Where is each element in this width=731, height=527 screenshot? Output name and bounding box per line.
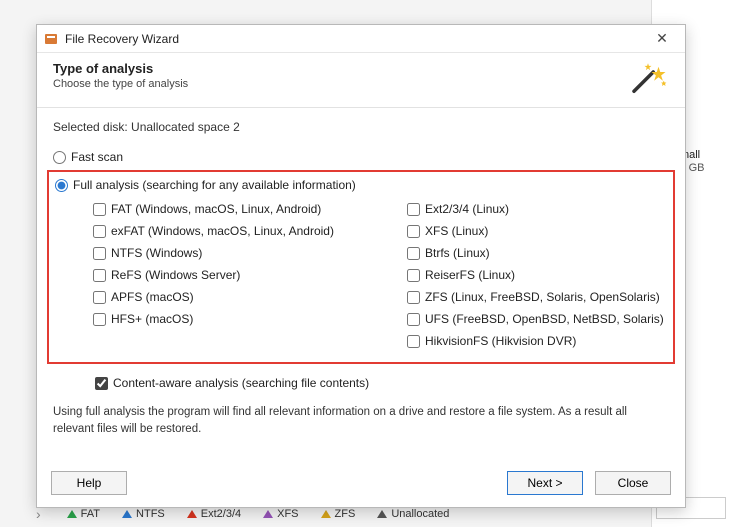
radio-fast-scan-input[interactable] — [53, 151, 66, 164]
triangle-icon — [377, 510, 387, 518]
checkbox-ufs[interactable]: UFS (FreeBSD, OpenBSD, NetBSD, Solaris) — [407, 308, 665, 330]
legend-chevron-icon: › — [36, 506, 41, 522]
triangle-icon — [67, 510, 77, 518]
checkbox-xfs[interactable]: XFS (Linux) — [407, 220, 665, 242]
wizard-header: Type of analysis Choose the type of anal… — [37, 53, 685, 108]
legend-item-ntfs: NTFS — [122, 508, 165, 520]
wizard-footer: Help Next > Close — [37, 463, 685, 507]
wizard-wand-icon — [627, 61, 669, 97]
triangle-icon — [122, 510, 132, 518]
titlebar: File Recovery Wizard ✕ — [37, 25, 685, 53]
checkbox-btrfs[interactable]: Btrfs (Linux) — [407, 242, 665, 264]
checkbox-fat[interactable]: FAT (Windows, macOS, Linux, Android) — [93, 198, 393, 220]
full-analysis-highlight-frame: Full analysis (searching for any availab… — [47, 170, 675, 364]
checkbox-ntfs[interactable]: NTFS (Windows) — [93, 242, 393, 264]
close-button[interactable]: ✕ — [645, 30, 679, 47]
close-button-footer[interactable]: Close — [595, 471, 671, 495]
filesystem-column-left: FAT (Windows, macOS, Linux, Android) exF… — [93, 198, 393, 352]
wizard-body: Selected disk: Unallocated space 2 Fast … — [37, 108, 685, 463]
analysis-description: Using full analysis the program will fin… — [53, 404, 669, 439]
window-title: File Recovery Wizard — [65, 32, 645, 46]
radio-full-analysis-input[interactable] — [55, 179, 68, 192]
checkbox-ext[interactable]: Ext2/3/4 (Linux) — [407, 198, 665, 220]
next-button[interactable]: Next > — [507, 471, 583, 495]
wizard-dialog: File Recovery Wizard ✕ Type of analysis … — [36, 24, 686, 508]
checkbox-refs[interactable]: ReFS (Windows Server) — [93, 264, 393, 286]
legend-item-unallocated: Unallocated — [377, 508, 449, 520]
radio-fast-scan[interactable]: Fast scan — [47, 150, 669, 164]
selected-disk-label: Selected disk: Unallocated space 2 — [53, 120, 669, 134]
checkbox-reiserfs[interactable]: ReiserFS (Linux) — [407, 264, 665, 286]
legend-item-fat: FAT — [67, 508, 100, 520]
triangle-icon — [263, 510, 273, 518]
app-icon — [43, 31, 59, 47]
checkbox-content-aware-label: Content-aware analysis (searching file c… — [113, 376, 369, 390]
filesystem-options: FAT (Windows, macOS, Linux, Android) exF… — [51, 198, 665, 352]
triangle-icon — [321, 510, 331, 518]
triangle-icon — [187, 510, 197, 518]
checkbox-apfs[interactable]: APFS (macOS) — [93, 286, 393, 308]
checkbox-exfat[interactable]: exFAT (Windows, macOS, Linux, Android) — [93, 220, 393, 242]
radio-fast-scan-label: Fast scan — [71, 150, 123, 164]
legend-item-zfs: ZFS — [321, 508, 356, 520]
checkbox-hikvisionfs[interactable]: HikvisionFS (Hikvision DVR) — [407, 330, 665, 352]
page-subheading: Choose the type of analysis — [53, 78, 188, 90]
page-heading: Type of analysis — [53, 61, 188, 76]
checkbox-zfs[interactable]: ZFS (Linux, FreeBSD, Solaris, OpenSolari… — [407, 286, 665, 308]
legend-item-ext: Ext2/3/4 — [187, 508, 241, 520]
legend-item-xfs: XFS — [263, 508, 298, 520]
help-button[interactable]: Help — [51, 471, 127, 495]
radio-full-analysis[interactable]: Full analysis (searching for any availab… — [49, 178, 665, 192]
checkbox-hfsplus[interactable]: HFS+ (macOS) — [93, 308, 393, 330]
checkbox-content-aware-input[interactable] — [95, 377, 108, 390]
checkbox-content-aware[interactable]: Content-aware analysis (searching file c… — [95, 376, 669, 390]
filesystem-column-right: Ext2/3/4 (Linux) XFS (Linux) Btrfs (Linu… — [407, 198, 665, 352]
radio-full-analysis-label: Full analysis (searching for any availab… — [73, 178, 356, 192]
